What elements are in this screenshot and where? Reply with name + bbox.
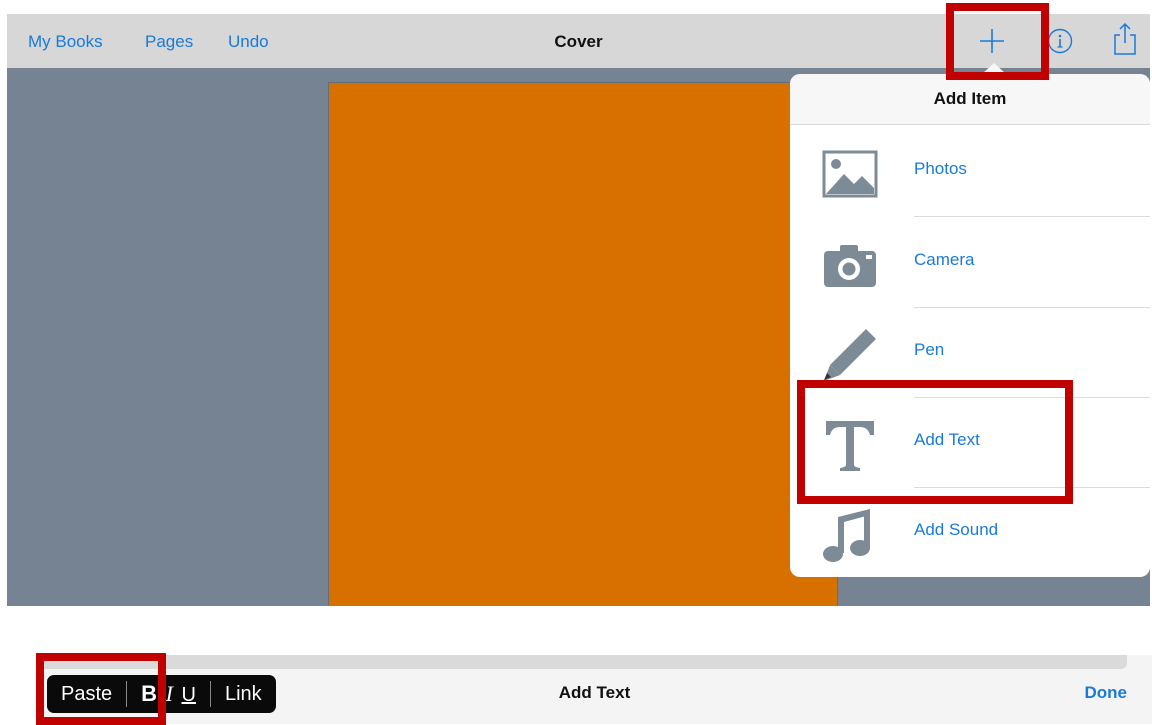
highlight-box-paste (36, 653, 166, 725)
edit-bar-title: Add Text (558, 683, 631, 702)
text-edit-bar-screen: Paste B I U Link Add Text Done (37, 655, 1152, 724)
share-icon[interactable] (1112, 22, 1138, 56)
menu-item-label: Pen (914, 340, 945, 359)
cover-page-canvas[interactable] (329, 83, 837, 606)
menu-item-label: Camera (914, 250, 975, 269)
menu-item-camera[interactable]: Camera (790, 217, 1150, 308)
menu-item-label: Photos (914, 159, 967, 178)
info-icon[interactable] (1047, 28, 1073, 54)
done-button[interactable]: Done (1085, 683, 1128, 703)
menu-item-label: Add Sound (914, 520, 999, 539)
pen-icon (824, 329, 876, 381)
book-editor-screen: My Books Pages Undo Cover Add Item Photo… (7, 14, 1150, 606)
photos-icon (822, 150, 878, 198)
music-note-icon (823, 509, 870, 562)
highlight-box-add-text (797, 380, 1073, 504)
highlight-box-plus (946, 3, 1049, 80)
popover-title: Add Item (790, 74, 1150, 125)
text-area-edge (37, 655, 1127, 669)
camera-icon (824, 245, 876, 287)
menu-item-photos[interactable]: Photos (790, 126, 1150, 217)
